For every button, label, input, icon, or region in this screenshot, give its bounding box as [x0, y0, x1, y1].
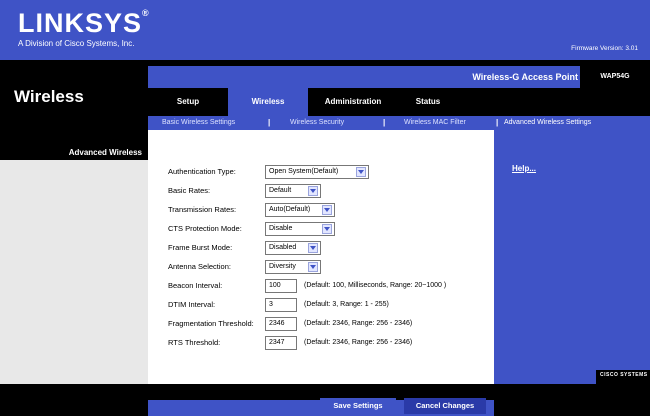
auth-type-value: Open System(Default) [269, 168, 339, 175]
model-badge: WAP54G [580, 66, 650, 88]
subnav-basic-wireless[interactable]: Basic Wireless Settings [162, 116, 235, 130]
save-settings-button[interactable]: Save Settings [320, 398, 396, 414]
cts-protection-select[interactable]: Disable [265, 222, 335, 236]
frame-burst-label: Frame Burst Mode: [168, 243, 233, 252]
chevron-down-icon [308, 262, 318, 272]
chevron-down-icon [322, 224, 332, 234]
cisco-logo-text: CISCO SYSTEMS [600, 372, 648, 378]
subnav-separator: | [383, 118, 386, 127]
footer-left [0, 400, 148, 416]
dtim-hint: (Default: 3, Range: 1 - 255) [304, 301, 389, 308]
basic-rates-select[interactable]: Default [265, 184, 321, 198]
beacon-label: Beacon Interval: [168, 281, 223, 290]
dtim-label: DTIM Interval: [168, 300, 216, 309]
chevron-down-icon [308, 243, 318, 253]
help-link[interactable]: Help... [512, 164, 536, 173]
subnav-separator: | [496, 118, 499, 127]
firmware-version: Firmware Version: 3.01 [571, 45, 638, 52]
subnav-wireless-security[interactable]: Wireless Security [290, 116, 344, 130]
beacon-input[interactable]: 100 [265, 279, 297, 293]
subnav-mac-filter[interactable]: Wireless MAC Filter [404, 116, 466, 130]
fragmentation-hint: (Default: 2346, Range: 256 - 2346) [304, 320, 413, 327]
cts-protection-value: Disable [269, 225, 293, 232]
linksys-logo: LINKSYS® [18, 8, 150, 38]
page-title: Wireless [14, 87, 84, 106]
fragmentation-label: Fragmentation Threshold: [168, 319, 254, 328]
dtim-input[interactable]: 3 [265, 298, 297, 312]
basic-rates-label: Basic Rates: [168, 186, 211, 195]
tab-status[interactable]: Status [398, 88, 458, 116]
tab-administration[interactable]: Administration [308, 88, 398, 116]
auth-type-label: Authentication Type: [168, 167, 236, 176]
chevron-down-icon [356, 167, 366, 177]
fragmentation-input[interactable]: 2346 [265, 317, 297, 331]
frame-burst-select[interactable]: Disabled [265, 241, 321, 255]
tab-setup[interactable]: Setup [148, 88, 228, 116]
cancel-changes-button[interactable]: Cancel Changes [404, 398, 486, 414]
footer-right [494, 400, 650, 416]
transmission-rates-label: Transmission Rates: [168, 205, 237, 214]
rts-input[interactable]: 2347 [265, 336, 297, 350]
antenna-select[interactable]: Diversity [265, 260, 321, 274]
chevron-down-icon [322, 205, 332, 215]
auth-type-select[interactable]: Open System(Default) [265, 165, 369, 179]
basic-rates-value: Default [269, 187, 292, 194]
product-name: Wireless-G Access Point [472, 72, 578, 82]
rts-hint: (Default: 2346, Range: 256 - 2346) [304, 339, 413, 346]
transmission-rates-value: Auto(Default) [269, 206, 311, 213]
left-panel-heading: Advanced Wireless [68, 148, 142, 157]
tab-wireless[interactable]: Wireless [228, 88, 308, 116]
antenna-value: Diversity [269, 263, 296, 270]
logo-subtitle: A Division of Cisco Systems, Inc. [18, 39, 135, 48]
cts-protection-label: CTS Protection Mode: [168, 224, 242, 233]
subnav-advanced-wireless[interactable]: Advanced Wireless Settings [504, 116, 591, 130]
antenna-label: Antenna Selection: [168, 262, 231, 271]
frame-burst-value: Disabled [269, 244, 297, 251]
rts-label: RTS Threshold: [168, 338, 221, 347]
transmission-rates-select[interactable]: Auto(Default) [265, 203, 335, 217]
left-panel [0, 160, 148, 384]
beacon-hint: (Default: 100, Milliseconds, Range: 20~1… [304, 282, 447, 289]
chevron-down-icon [308, 186, 318, 196]
subnav-separator: | [268, 118, 271, 127]
